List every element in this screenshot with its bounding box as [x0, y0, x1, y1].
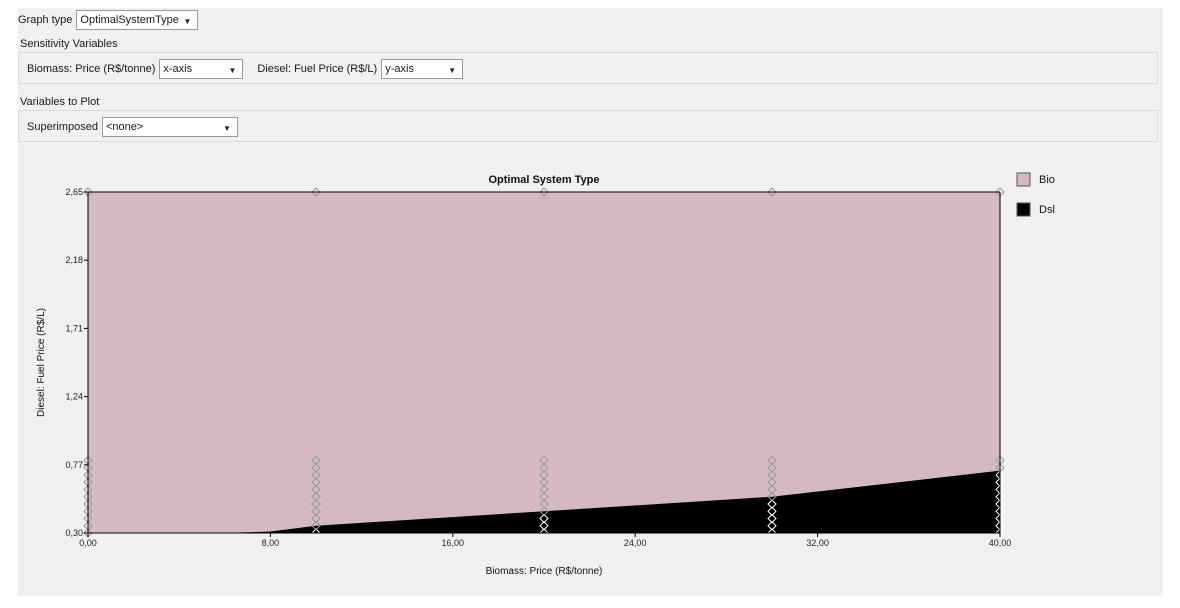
sensitivity-variables-row: Biomass: Price (R$/tonne) x-axis ▼ Diese…: [27, 59, 464, 79]
biomass-axis-select[interactable]: x-axis ▼: [159, 59, 244, 79]
biomass-axis-value: x-axis: [163, 63, 193, 75]
chart-area: 0,00 8,00 16,00 24,00 32,00 40,00 0,30 0,77 1,24…: [18, 155, 1163, 596]
graph-type-row: Graph type OptimalSystemType ▼: [18, 8, 199, 32]
graph-type-value: OptimalSystemType: [80, 14, 179, 26]
chevron-down-icon: ▼: [223, 124, 231, 133]
diesel-price-label: Diesel: Fuel Price (R$/L): [257, 63, 378, 75]
x-tick-label: 32,00: [806, 538, 829, 548]
chevron-down-icon: ▼: [448, 66, 457, 75]
superimposed-row: Superimposed <none> ▼: [27, 117, 238, 137]
x-axis-label: Biomass: Price (R$/tonne): [486, 566, 603, 577]
chevron-down-icon: ▼: [183, 17, 192, 26]
y-tick-label: 0,77: [65, 460, 83, 470]
y-tick-label: 0,30: [65, 528, 83, 538]
x-tick-label: 0,00: [79, 538, 97, 548]
legend-label-dsl: Dsl: [1039, 204, 1055, 216]
series-bio-region: [88, 192, 1000, 533]
y-tick-label: 1,71: [65, 323, 83, 333]
y-tick-label: 2,65: [65, 187, 83, 197]
sensitivity-variables-title: Sensitivity Variables: [20, 38, 118, 50]
graph-type-select[interactable]: OptimalSystemType ▼: [76, 10, 199, 30]
x-tick-label: 8,00: [262, 538, 280, 548]
chevron-down-icon: ▼: [228, 66, 237, 75]
superimposed-value: <none>: [105, 121, 144, 133]
y-tick-label: 2,18: [65, 255, 83, 265]
biomass-price-label: Biomass: Price (R$/tonne): [27, 63, 156, 75]
chart-title: Optimal System Type: [488, 174, 599, 186]
graph-type-label: Graph type: [18, 14, 73, 26]
legend-label-bio: Bio: [1039, 174, 1055, 186]
superimposed-label: Superimposed: [27, 121, 98, 133]
optimal-system-type-chart: 0,00 8,00 16,00 24,00 32,00 40,00 0,30 0,77 1,24…: [36, 172, 1055, 577]
x-tick-label: 24,00: [624, 538, 647, 548]
legend-swatch-dsl: [1016, 202, 1031, 217]
diesel-axis-select[interactable]: y-axis ▼: [381, 59, 464, 79]
x-tick-label: 40,00: [989, 538, 1012, 548]
sensitivity-graph-panel: Graph type OptimalSystemType ▼ Sensitivi…: [18, 8, 1163, 596]
y-axis-label: Diesel: Fuel Price (R$/L): [36, 308, 47, 417]
x-tick-label: 16,00: [442, 538, 465, 548]
variables-to-plot-box: Superimposed <none> ▼: [18, 110, 1158, 142]
sensitivity-variables-box: Biomass: Price (R$/tonne) x-axis ▼ Diese…: [18, 52, 1158, 84]
legend-swatch-bio: [1016, 172, 1031, 187]
y-tick-label: 1,24: [65, 392, 83, 402]
variables-to-plot-group: Variables to Plot Superimposed <none> ▼: [18, 96, 1158, 146]
variables-to-plot-title: Variables to Plot: [20, 96, 100, 108]
superimposed-select[interactable]: <none> ▼: [101, 117, 238, 137]
sensitivity-variables-group: Sensitivity Variables Biomass: Price (R$…: [18, 38, 1158, 88]
diesel-axis-value: y-axis: [385, 63, 414, 75]
